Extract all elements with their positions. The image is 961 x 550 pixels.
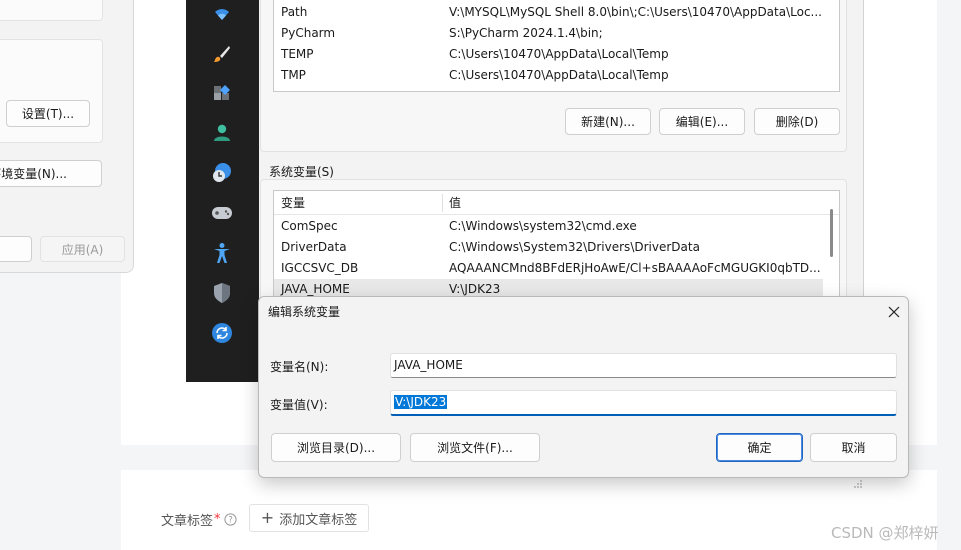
accessibility-icon[interactable] — [210, 241, 234, 265]
environment-variables-button[interactable]: 环境变量(N)... — [0, 160, 102, 187]
article-tags-label: 文章标签 * ? — [161, 510, 237, 529]
variable-value-field[interactable]: V:\JDK23 — [390, 390, 897, 416]
table-row[interactable]: IGCCSVC_DB AQAAANCMnd8BFdERjHoAwE/Cl+sBAA… — [274, 258, 839, 279]
user-new-button[interactable]: 新建(N)... — [565, 108, 651, 135]
apps-icon[interactable] — [210, 82, 234, 106]
gaming-icon[interactable] — [210, 201, 234, 225]
time-language-icon[interactable] — [210, 161, 234, 185]
variable-value-label: 变量值(V): — [270, 398, 328, 412]
cancel-button-partial[interactable] — [0, 236, 32, 262]
variable-name-field[interactable]: JAVA_HOME — [390, 353, 897, 378]
resize-grip-icon[interactable] — [851, 478, 863, 488]
add-article-tag-button[interactable]: + 添加文章标签 — [249, 504, 369, 532]
table-row[interactable]: Path V:\MYSQL\MySQL Shell 8.0\bin\;C:\Use… — [274, 2, 839, 23]
plus-icon: + — [260, 508, 275, 527]
startup-recovery-group — [0, 39, 103, 143]
table-row[interactable]: TEMP C:\Users\10470\AppData\Local\Temp — [274, 44, 839, 65]
user-variables-list[interactable]: Path V:\MYSQL\MySQL Shell 8.0\bin\;C:\Use… — [273, 0, 840, 92]
wifi-icon[interactable] — [210, 2, 234, 26]
user-profiles-group — [0, 0, 103, 21]
system-properties-dialog: 设置(T)... 环境变量(N)... 应用(A) — [0, 0, 134, 273]
settings-button[interactable]: 设置(T)... — [6, 100, 90, 127]
user-delete-button[interactable]: 删除(D) — [754, 108, 840, 135]
user-edit-button[interactable]: 编辑(E)... — [659, 108, 745, 135]
browse-file-button[interactable]: 浏览文件(F)... — [410, 433, 540, 462]
paintbrush-icon[interactable] — [210, 42, 234, 66]
help-icon[interactable]: ? — [223, 513, 237, 526]
vertical-scrollbar[interactable] — [830, 209, 833, 257]
table-row[interactable]: TMP C:\Users\10470\AppData\Local\Temp — [274, 65, 839, 86]
privacy-shield-icon[interactable] — [210, 281, 234, 305]
csdn-watermark: CSDN @郑梓妍 — [831, 524, 939, 542]
apply-button[interactable]: 应用(A) — [40, 236, 125, 262]
variable-name-label: 变量名(N): — [270, 360, 329, 374]
edit-system-variable-dialog: 编辑系统变量 变量名(N): JAVA_HOME 变量值(V): V:\JDK2… — [258, 296, 909, 478]
column-value[interactable]: 值 — [449, 191, 461, 215]
system-variables-label: 系统变量(S) — [269, 165, 334, 179]
user-variables-group: Path V:\MYSQL\MySQL Shell 8.0\bin\;C:\Use… — [260, 0, 847, 152]
table-row[interactable]: PyCharm S:\PyCharm 2024.1.4\bin; — [274, 23, 839, 44]
column-variable[interactable]: 变量 — [281, 191, 305, 215]
dialog-titlebar[interactable]: 编辑系统变量 — [259, 297, 908, 327]
table-row[interactable]: DriverData C:\Windows\System32\Drivers\Dr… — [274, 237, 839, 258]
blog-tags-panel — [121, 470, 937, 550]
windows-update-icon[interactable] — [210, 321, 234, 345]
cancel-button[interactable]: 取消 — [810, 433, 897, 462]
required-mark: * — [214, 512, 221, 527]
system-variables-header: 变量 值 — [274, 191, 839, 215]
dialog-title: 编辑系统变量 — [268, 305, 341, 319]
ok-button[interactable]: 确定 — [716, 433, 803, 462]
svg-text:?: ? — [228, 516, 233, 526]
selected-value-text: V:\JDK23 — [394, 395, 448, 409]
account-icon[interactable] — [210, 121, 234, 145]
close-icon[interactable] — [885, 303, 903, 321]
table-row[interactable]: ComSpec C:\Windows\system32\cmd.exe — [274, 216, 839, 237]
browse-directory-button[interactable]: 浏览目录(D)... — [271, 433, 401, 462]
